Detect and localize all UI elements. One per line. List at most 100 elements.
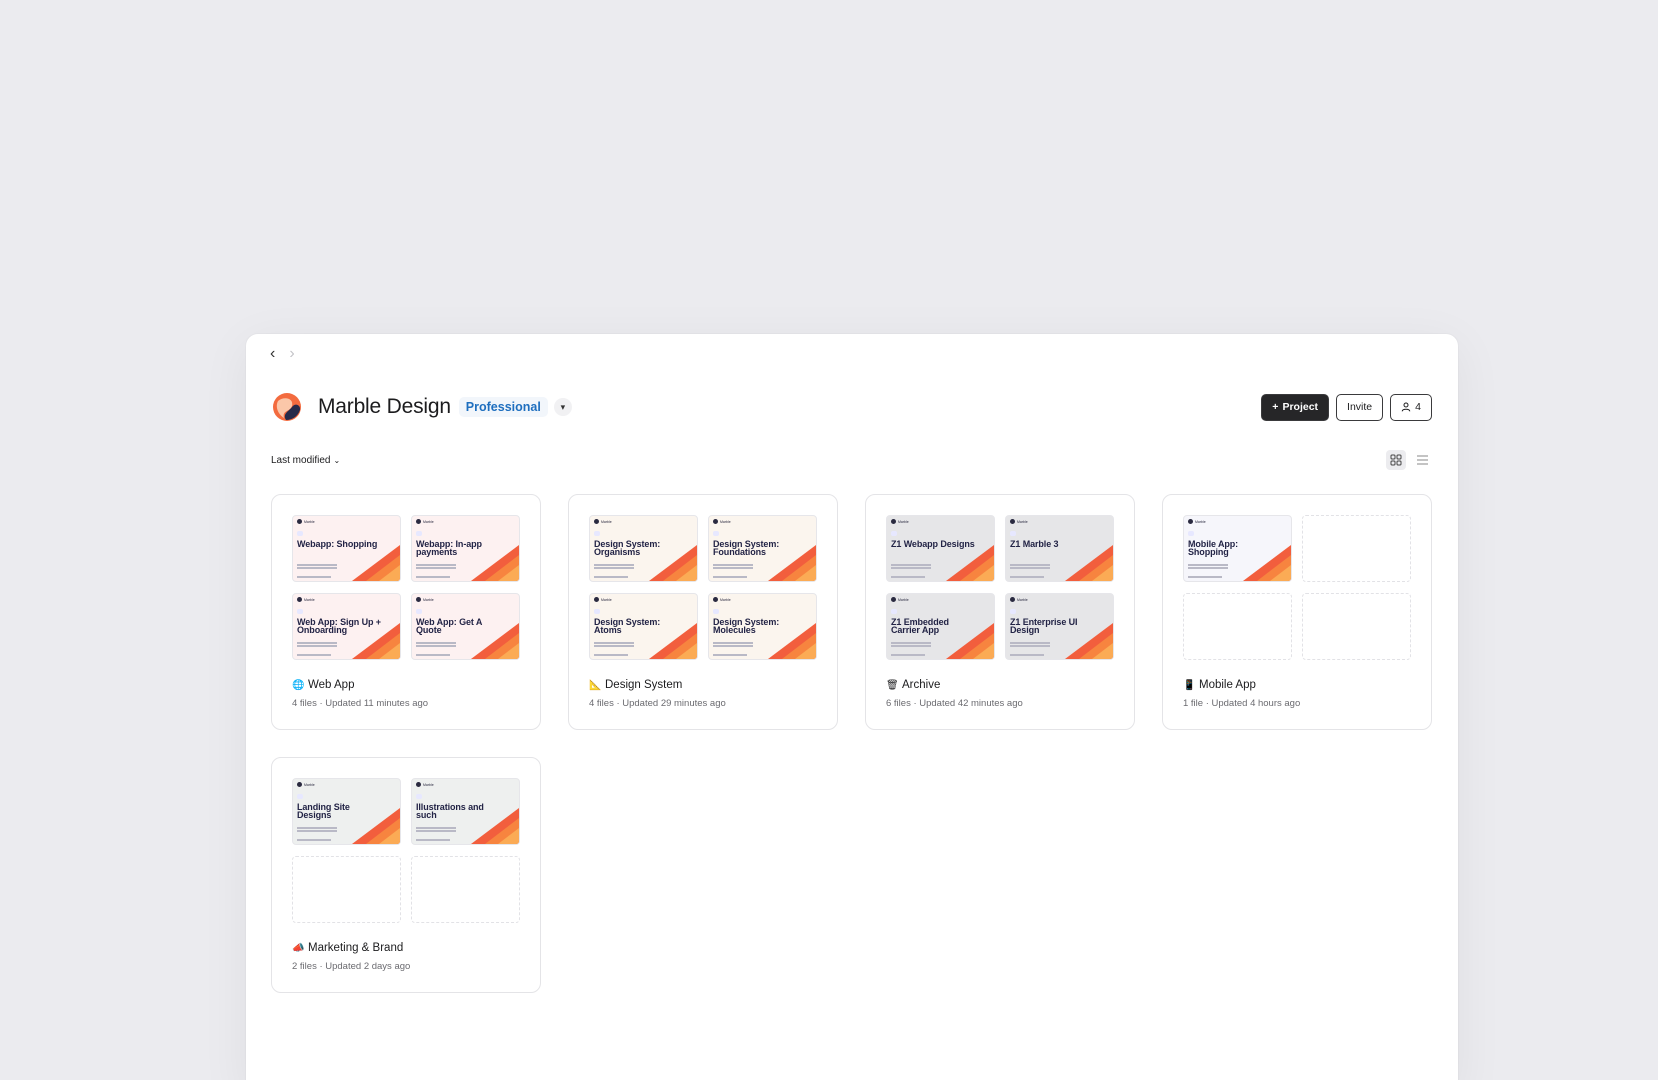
status-tag (713, 531, 719, 536)
project-name[interactable]: 🌐 Web App (292, 679, 354, 691)
project-card[interactable]: Marble Design System: Organisms Marble Desi… (568, 494, 838, 730)
file-thumbnail[interactable]: Marble Landing Site Designs (292, 778, 401, 845)
brand-mark: Marble (416, 519, 434, 524)
file-meta-line (416, 839, 450, 841)
file-meta-line (416, 654, 450, 656)
cover-stripes (1243, 545, 1291, 581)
brand-mark: Marble (416, 782, 434, 787)
status-tag (416, 794, 422, 799)
forward-arrow-icon[interactable]: › (289, 344, 294, 364)
grid-view-button[interactable] (1386, 450, 1406, 470)
brand-mark: Marble (297, 519, 315, 524)
file-thumbnails: Marble Z1 Webapp Designs Marble Z1 Marble 3… (886, 515, 1114, 660)
file-meta-lines (713, 564, 753, 566)
chevron-down-icon: ⌄ (333, 455, 341, 465)
cover-stripes (649, 623, 697, 659)
marble-logo-icon (273, 393, 301, 421)
user-icon (1401, 402, 1411, 412)
file-thumbnails: Marble Mobile App: Shopping (1183, 515, 1411, 660)
sort-dropdown[interactable]: Last modified ⌄ (271, 455, 340, 466)
file-meta-line (891, 576, 925, 578)
file-thumbnails: Marble Design System: Organisms Marble Desi… (589, 515, 817, 660)
new-project-button[interactable]: + Project (1261, 393, 1330, 421)
status-tag (594, 531, 600, 536)
file-thumbnail[interactable]: Marble Z1 Embedded Carrier App (886, 593, 995, 660)
file-meta-lines (416, 564, 456, 566)
status-tag (713, 609, 719, 614)
plus-icon: + (1272, 401, 1279, 413)
file-meta-lines (891, 564, 931, 566)
project-card[interactable]: Marble Z1 Webapp Designs Marble Z1 Marble 3… (865, 494, 1135, 730)
status-tag (416, 609, 422, 614)
brand-mark: Marble (594, 597, 612, 602)
members-button[interactable]: 4 (1390, 393, 1432, 421)
file-thumbnail[interactable]: Marble Design System: Organisms (589, 515, 698, 582)
brand-mark: Marble (416, 597, 434, 602)
file-meta-line (1188, 576, 1222, 578)
workspace-menu-chevron-icon[interactable]: ▾ (553, 398, 572, 416)
file-meta-line (891, 654, 925, 656)
file-thumbnail[interactable]: Marble Z1 Marble 3 (1005, 515, 1114, 582)
file-meta-lines (594, 642, 634, 644)
cover-stripes (471, 623, 519, 659)
file-thumbnail[interactable]: Marble Web App: Get A Quote (411, 593, 520, 660)
brand-mark: Marble (1188, 519, 1206, 524)
list-toolbar: Last modified ⌄ (271, 450, 1432, 470)
plan-badge: Professional (458, 397, 548, 417)
header-actions: + Project Invite 4 (1261, 393, 1432, 421)
cover-stripes (649, 545, 697, 581)
file-thumbnail[interactable]: Marble Design System: Atoms (589, 593, 698, 660)
file-meta-lines (416, 827, 456, 829)
brand-mark: Marble (297, 597, 315, 602)
file-thumbnail[interactable]: Marble Z1 Webapp Designs (886, 515, 995, 582)
cover-stripes (352, 545, 400, 581)
back-arrow-icon[interactable]: ‹ (270, 344, 275, 364)
file-thumbnails: Marble Webapp: Shopping Marble Webapp: In-a… (292, 515, 520, 660)
cover-stripes (946, 545, 994, 581)
empty-thumbnail-slot (411, 856, 520, 923)
project-name[interactable]: 🗑 Archive (886, 679, 940, 691)
project-name[interactable]: 📐 Design System (589, 679, 682, 691)
workspace-header: Marble Design Professional ▾ + Project I… (272, 390, 1432, 424)
empty-thumbnail-slot (1183, 593, 1292, 660)
file-meta-lines (1010, 564, 1050, 566)
cover-stripes (1065, 545, 1113, 581)
project-meta: 1 file · Updated 4 hours ago (1183, 698, 1301, 709)
empty-thumbnail-slot (1302, 593, 1411, 660)
invite-button[interactable]: Invite (1336, 393, 1384, 421)
file-meta-lines (297, 642, 337, 644)
file-thumbnail[interactable]: Marble Webapp: In-app payments (411, 515, 520, 582)
status-tag (891, 609, 897, 614)
file-meta-line (594, 576, 628, 578)
cover-stripes (471, 808, 519, 844)
file-thumbnail[interactable]: Marble Design System: Foundations (708, 515, 817, 582)
globe-icon: 🌐 (292, 679, 305, 691)
file-thumbnails: Marble Landing Site Designs Marble Illustra… (292, 778, 520, 923)
file-thumbnail[interactable]: Marble Design System: Molecules (708, 593, 817, 660)
cover-stripes (352, 808, 400, 844)
file-thumbnail[interactable]: Marble Webapp: Shopping (292, 515, 401, 582)
project-name[interactable]: 📣 Marketing & Brand (292, 942, 403, 954)
file-meta-line (713, 654, 747, 656)
file-thumbnail[interactable]: Marble Web App: Sign Up + Onboarding (292, 593, 401, 660)
project-card[interactable]: Marble Webapp: Shopping Marble Webapp: In-a… (271, 494, 541, 730)
file-meta-lines (416, 642, 456, 644)
ruler-icon: 📐 (589, 679, 602, 691)
project-card[interactable]: Marble Mobile App: Shopping 📱 Mobile App 1 f… (1162, 494, 1432, 730)
file-meta-lines (891, 642, 931, 644)
brand-mark: Marble (713, 597, 731, 602)
file-thumbnail[interactable]: Marble Illustrations and such (411, 778, 520, 845)
file-meta-line (1010, 576, 1044, 578)
cover-stripes (768, 545, 816, 581)
project-name[interactable]: 📱 Mobile App (1183, 679, 1256, 691)
status-tag (1010, 531, 1016, 536)
status-tag (1188, 531, 1194, 536)
status-tag (297, 531, 303, 536)
trash-icon: 🗑 (886, 679, 899, 691)
brand-mark: Marble (1010, 519, 1028, 524)
status-tag (297, 794, 303, 799)
list-view-button[interactable] (1412, 450, 1432, 470)
file-thumbnail[interactable]: Marble Z1 Enterprise UI Design (1005, 593, 1114, 660)
file-thumbnail[interactable]: Marble Mobile App: Shopping (1183, 515, 1292, 582)
project-card[interactable]: Marble Landing Site Designs Marble Illustra… (271, 757, 541, 993)
